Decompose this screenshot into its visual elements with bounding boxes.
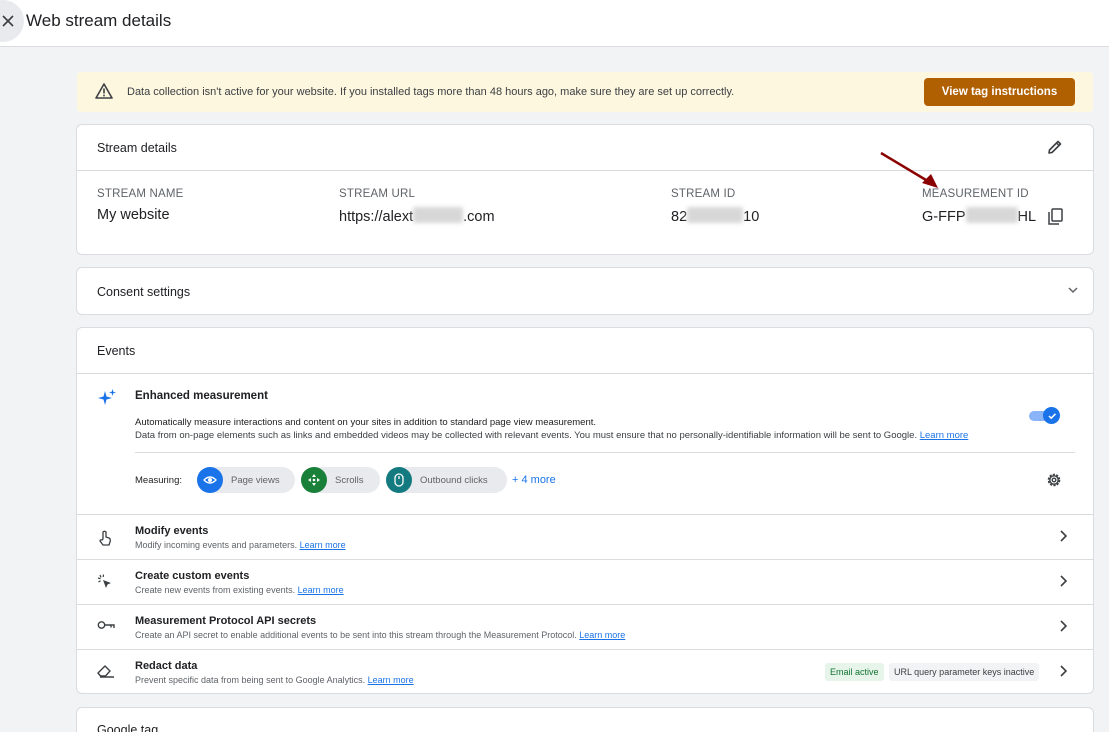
row-description: Modify incoming events and parameters. L… [135, 540, 346, 550]
modify-events-row[interactable]: Modify events Modify incoming events and… [77, 515, 1093, 560]
stream-name: STREAM NAME My website [97, 188, 184, 223]
chevron-right-icon[interactable] [1059, 575, 1067, 587]
enhanced-measurement-toggle[interactable] [1029, 407, 1060, 424]
stream-id-suffix: 10 [743, 209, 760, 225]
sparkle-icon [98, 389, 116, 405]
gear-icon[interactable] [1045, 471, 1063, 489]
mouse-icon [386, 467, 412, 493]
close-button[interactable] [0, 0, 24, 42]
stream-name-value: My website [97, 207, 170, 223]
consent-settings-title: Consent settings [97, 285, 191, 299]
enhanced-measurement-title: Enhanced measurement [135, 390, 268, 402]
redacted-blur [413, 207, 464, 223]
copy-icon[interactable] [1047, 208, 1063, 225]
row-title: Create custom events [135, 570, 250, 582]
events-card: Events Enhanced measurement Automaticall… [76, 327, 1094, 694]
view-tag-instructions-button[interactable]: View tag instructions [924, 78, 1075, 106]
chevron-right-icon[interactable] [1059, 530, 1067, 542]
click-icon [97, 574, 111, 588]
row-description-text: Prevent specific data from being sent to… [135, 675, 366, 685]
annotation-arrow [880, 151, 938, 188]
learn-more-link[interactable]: Learn more [579, 630, 625, 640]
page-title: Web stream details [26, 11, 172, 30]
consent-settings-card[interactable]: Consent settings [76, 267, 1094, 315]
stream-id-value: 82 10 [671, 207, 759, 225]
eraser-icon [97, 665, 114, 678]
touch-icon [99, 530, 111, 546]
row-description: Create an API secret to enable additiona… [135, 630, 625, 640]
events-title: Events [97, 344, 136, 358]
row-description-text: Create an API secret to enable additiona… [135, 630, 577, 640]
chip-scrolls: Scrolls [301, 467, 380, 493]
learn-more-link[interactable]: Learn more [298, 585, 344, 595]
stream-details-title: Stream details [97, 141, 177, 155]
chip-label: Outbound clicks [420, 474, 488, 486]
stream-url-value: https://alext .com [339, 207, 495, 225]
stream-url: STREAM URL https://alext .com [339, 188, 495, 225]
warning-banner: Data collection isn't active for your we… [77, 72, 1093, 112]
top-bar: Web stream details [0, 0, 1109, 47]
enhanced-measurement-note: Data from on-page elements such as links… [135, 430, 968, 441]
stream-url-suffix: .com [463, 209, 495, 225]
stream-url-prefix: https://alext [339, 209, 414, 225]
learn-more-link[interactable]: Learn more [368, 675, 414, 685]
chevron-down-icon[interactable] [1067, 286, 1079, 294]
redacted-blur [965, 207, 1018, 223]
chevron-right-icon[interactable] [1059, 620, 1067, 632]
row-description-text: Create new events from existing events. [135, 585, 296, 595]
learn-more-link[interactable]: Learn more [920, 430, 969, 441]
close-icon [2, 15, 14, 27]
chip-label: Scrolls [335, 474, 364, 486]
more-link[interactable]: + 4 more [512, 474, 556, 486]
redacted-blur [687, 207, 744, 223]
measurement-id: MEASUREMENT ID G-FFP HL [922, 188, 1036, 225]
measurement-id-prefix: G-FFP [922, 209, 966, 225]
enhanced-measurement-note-text: Data from on-page elements such as links… [135, 430, 918, 441]
scroll-icon [301, 467, 327, 493]
chevron-right-icon[interactable] [1059, 665, 1067, 677]
stream-id-prefix: 82 [671, 209, 688, 225]
enhanced-measurement-desc: Automatically measure interactions and c… [135, 417, 597, 428]
google-tag-title: Google tag [97, 723, 159, 732]
learn-more-link[interactable]: Learn more [300, 540, 346, 550]
row-description: Create new events from existing events. … [135, 585, 344, 595]
row-description: Prevent specific data from being sent to… [135, 675, 414, 685]
chip-outbound-clicks: Outbound clicks [386, 467, 507, 493]
measurement-id-value: G-FFP HL [922, 207, 1036, 225]
events-header: Events [77, 328, 1093, 374]
status-badge: URL query parameter keys inactive [889, 663, 1040, 681]
stream-id-label: STREAM ID [671, 188, 736, 200]
chip-label: Page views [231, 474, 280, 486]
enhanced-measurement-section: Enhanced measurement Automatically measu… [77, 375, 1093, 515]
toggle-knob [1043, 407, 1060, 424]
key-icon [97, 621, 115, 629]
row-title: Modify events [135, 525, 209, 537]
row-description-text: Modify incoming events and parameters. [135, 540, 298, 550]
measurement-protocol-row[interactable]: Measurement Protocol API secrets Create … [77, 605, 1093, 650]
edit-icon[interactable] [1047, 139, 1063, 155]
row-title: Redact data [135, 660, 198, 672]
redact-data-row[interactable]: Redact data Prevent specific data from b… [77, 650, 1093, 693]
stream-url-label: STREAM URL [339, 188, 416, 200]
check-icon [1047, 412, 1056, 419]
status-badge: Email active [825, 663, 884, 681]
warning-icon [95, 83, 113, 99]
row-title: Measurement Protocol API secrets [135, 615, 317, 627]
measuring-label: Measuring: [135, 475, 182, 486]
banner-message: Data collection isn't active for your we… [127, 86, 735, 98]
stream-id: STREAM ID 82 10 [671, 188, 759, 225]
create-custom-events-row[interactable]: Create custom events Create new events f… [77, 560, 1093, 605]
chip-page-views: Page views [197, 467, 295, 493]
eye-icon [197, 467, 223, 493]
divider [135, 452, 1075, 453]
stream-name-label: STREAM NAME [97, 188, 184, 200]
google-tag-card[interactable]: Google tag [76, 707, 1094, 732]
measurement-id-suffix: HL [1017, 209, 1037, 225]
